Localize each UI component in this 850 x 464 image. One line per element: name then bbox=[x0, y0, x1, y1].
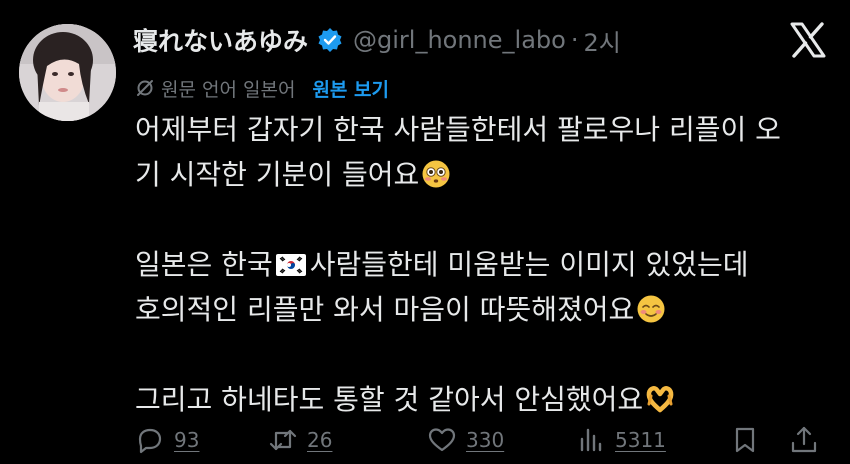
repost-icon bbox=[269, 429, 297, 451]
bookmark-icon bbox=[735, 427, 755, 453]
heart-hands-emoji-icon bbox=[645, 382, 675, 413]
avatar-image bbox=[19, 24, 116, 121]
translate-icon bbox=[135, 78, 155, 98]
text-line: 호의적인 리플만 와서 마음이 따뜻해졌어요 bbox=[135, 287, 835, 332]
user-handle[interactable]: @girl_honne_labo bbox=[353, 26, 566, 54]
avatar[interactable] bbox=[19, 24, 116, 121]
timestamp[interactable]: 2시 bbox=[583, 23, 620, 58]
display-name[interactable]: 寝れないあゆみ bbox=[133, 22, 308, 58]
heart-icon bbox=[428, 428, 456, 452]
view-original-link[interactable]: 원본 보기 bbox=[312, 75, 389, 102]
share-icon bbox=[791, 426, 817, 453]
tweet-text: 어제부터 갑자기 한국 사람들한테서 팔로우나 리플이 오 기 시작한 기분이 … bbox=[135, 107, 835, 422]
smiling-face-emoji-icon bbox=[636, 292, 666, 323]
bookmark-button[interactable] bbox=[730, 422, 760, 458]
repost-button[interactable]: 26 bbox=[268, 422, 332, 458]
like-button[interactable]: 330 bbox=[427, 422, 504, 458]
views-button[interactable]: 5311 bbox=[576, 422, 666, 458]
views-chart-icon bbox=[580, 428, 602, 452]
views-count: 5311 bbox=[615, 428, 666, 452]
like-count: 330 bbox=[466, 428, 505, 452]
south-korea-flag-icon bbox=[275, 244, 306, 276]
reply-icon bbox=[138, 428, 162, 454]
tweet-header: 寝れないあゆみ @girl_honne_labo · 2시 bbox=[133, 20, 621, 60]
text-line: 어제부터 갑자기 한국 사람들한테서 팔로우나 리플이 오 bbox=[135, 113, 781, 146]
text-line: 일본은 한국 사람들한테 미움받는 이미지 있었는데 bbox=[135, 242, 835, 287]
translation-label: 원문 언어 일본어 bbox=[161, 78, 296, 101]
action-bar: 93 26 330 5311 bbox=[135, 422, 835, 458]
separator-dot: · bbox=[570, 26, 579, 54]
text-line: 기 시작한 기분이 들어요 bbox=[135, 152, 835, 197]
flushed-face-emoji-icon bbox=[421, 157, 451, 188]
verified-badge-icon bbox=[317, 27, 343, 53]
x-logo-icon[interactable] bbox=[788, 20, 828, 60]
share-button[interactable] bbox=[789, 422, 819, 458]
reply-button[interactable]: 93 bbox=[135, 422, 199, 458]
repost-count: 26 bbox=[307, 428, 333, 452]
reply-count: 93 bbox=[174, 428, 200, 452]
text-line: 그리고 하네타도 통할 것 같아서 안심했어요 bbox=[135, 377, 835, 422]
translation-note: 원문 언어 일본어 원본 보기 bbox=[135, 73, 389, 103]
